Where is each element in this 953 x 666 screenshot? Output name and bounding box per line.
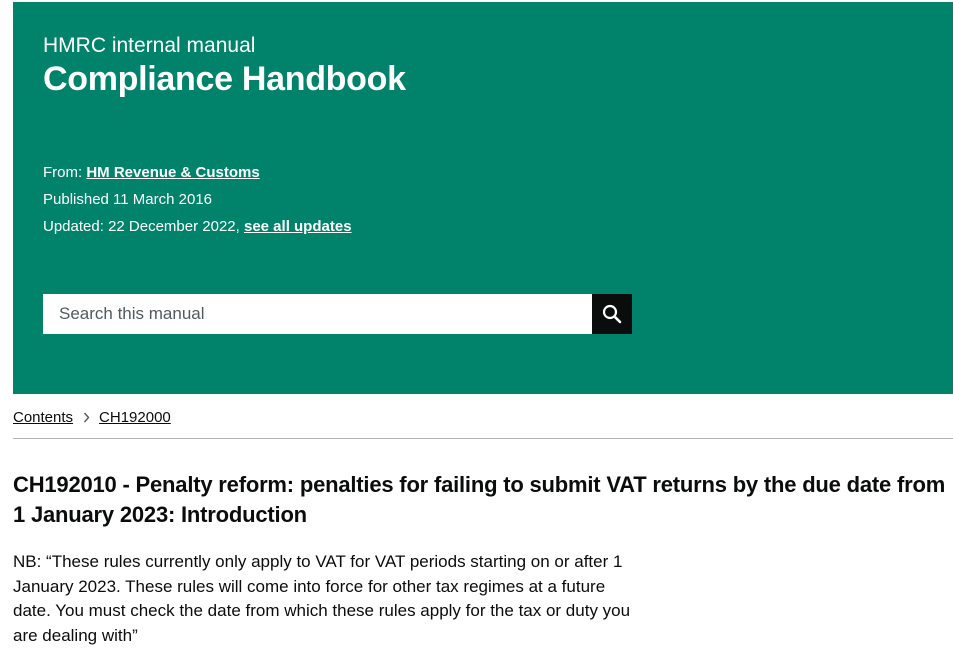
meta-published: Published 11 March 2016 (43, 191, 212, 208)
meta-from: From: HM Revenue & Customs (43, 164, 260, 181)
manual-search-form (43, 294, 632, 334)
search-input[interactable] (43, 294, 592, 334)
manual-title: Compliance Handbook (43, 60, 406, 98)
updated-date: 22 December 2022, (108, 218, 240, 235)
nb-paragraph: NB: “These rules currently only apply to… (13, 552, 631, 645)
search-button[interactable] (592, 294, 632, 334)
chevron-right-icon (83, 412, 90, 423)
updated-label: Updated: (43, 218, 104, 235)
page-title: CH192010 - Penalty reform: penalties for… (13, 472, 946, 527)
organisation-link[interactable]: HM Revenue & Customs (86, 164, 259, 181)
from-label: From: (43, 164, 83, 181)
breadcrumb-section-link[interactable]: CH192000 (99, 409, 171, 426)
manual-header: HMRC internal manual Compliance Handbook… (13, 2, 953, 394)
search-icon (602, 304, 622, 324)
meta-updated: Updated: 22 December 2022, see all updat… (43, 218, 352, 235)
breadcrumb-divider (13, 438, 953, 439)
breadcrumb-contents-link[interactable]: Contents (13, 409, 73, 426)
see-all-updates-link[interactable]: see all updates (244, 218, 352, 235)
breadcrumb: Contents CH192000 (13, 409, 171, 426)
manual-type-label: HMRC internal manual (43, 34, 256, 57)
